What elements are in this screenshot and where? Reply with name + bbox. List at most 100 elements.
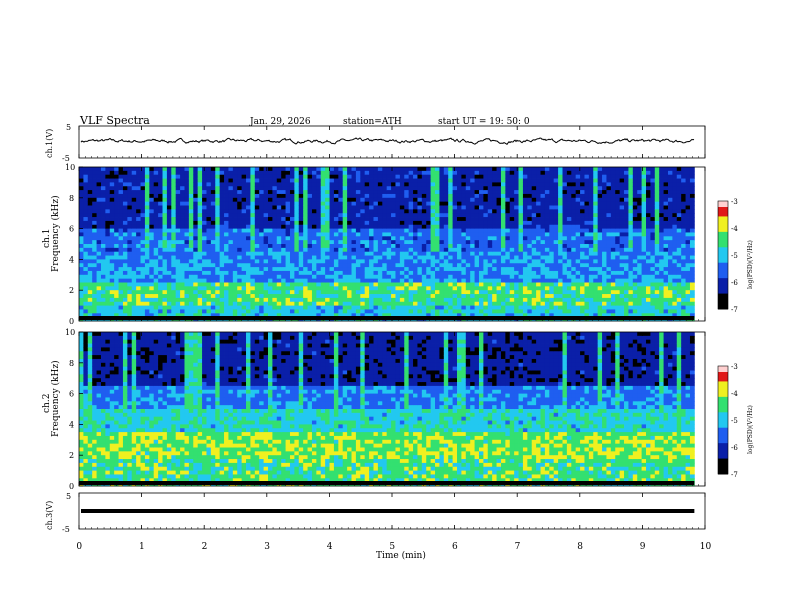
spectrogram-cell [307,244,313,249]
spectrogram-cell [382,270,388,276]
spectrogram-cell [127,290,133,295]
spectrogram-cell [219,294,225,299]
spectrogram-cell [153,220,159,226]
spectrogram-cell [391,240,396,245]
spectrogram-cell [588,174,594,179]
spectrogram-cell [351,247,357,253]
spectrogram-cell [593,274,599,280]
spectrogram-cell [536,182,541,187]
spectrogram-cell [443,255,449,260]
spectrogram-cell [606,267,612,272]
spectrogram-cell [544,232,550,237]
spectrogram-cell [311,236,317,241]
spectrogram-cell [584,247,590,253]
spectrogram-cell [241,178,247,183]
spectrogram-cell [105,193,111,199]
spectrogram-cell [522,178,528,183]
spectrogram-cell [619,278,625,283]
spectrogram-cell [355,170,361,176]
spectrogram-cell [597,301,603,306]
spectrogram-cell [408,290,414,295]
spectrogram-cell [355,186,361,191]
spectrogram-cell [311,309,317,314]
spectrogram-cell [351,244,357,249]
spectrogram-cell [549,305,555,310]
spectrogram-cell [575,170,581,176]
spectrogram-cell [413,247,418,253]
spectrogram-cell [281,301,286,306]
spectrogram-cell [606,259,612,264]
spectrogram-cell [303,170,308,176]
spectrogram-cell [131,274,137,280]
spectrogram-cell [105,259,111,264]
spectrogram-cell [584,174,590,179]
spectrogram-cell [114,290,119,295]
spectrogram-cell [193,259,199,264]
spectrogram-cell [571,305,577,310]
spectrogram-cell [307,267,313,272]
spectrogram-cell [588,205,594,210]
spectrogram-cell [232,213,238,218]
spectrogram-cell [246,282,251,287]
spectrogram-cell [272,170,278,176]
spectrogram-cell [285,197,291,203]
spectrogram-cell [386,251,392,256]
spectrogram-cell [298,278,304,283]
spectrogram-cell [417,228,423,233]
spectrogram-cell [369,301,374,306]
ch1-spectrogram-image [79,167,705,322]
spectrogram-cell [241,259,247,264]
spectrogram-cell [351,182,357,187]
spectrogram-cell [140,182,146,187]
spectrogram-cell [417,205,423,210]
spectrogram-cell [430,220,436,226]
spectrogram-cell [487,170,493,176]
spectrogram-cell [443,167,449,172]
spectrogram-cell [311,167,317,172]
spectrogram-cell [558,267,563,272]
spectrogram-cell [250,182,256,187]
spectrogram-cell [96,213,102,218]
spectrogram-cell [452,190,458,195]
spectrogram-cell [474,232,480,237]
spectrogram-cell [606,228,612,233]
spectrogram-cell [514,236,519,241]
spectrogram-cell [118,259,124,264]
spectrogram-cell [602,301,607,306]
spectrogram-cell [615,297,621,303]
spectrogram-cell [562,294,568,299]
spectrogram-cell [417,301,423,306]
spectrogram-cell [457,259,462,264]
spectrogram-cell [606,297,612,303]
spectrogram-cell [162,220,168,226]
spectrogram-cell [96,174,102,179]
spectrogram-cell [246,267,251,272]
spectrogram-cell [338,251,344,256]
spectrogram-cell [241,286,247,291]
spectrogram-cell [492,240,497,245]
spectrogram-cell [136,220,141,226]
spectrogram-cell [408,240,414,245]
spectrogram-cell [166,309,172,314]
spectrogram-cell [320,286,326,291]
spectrogram-cell [250,301,256,306]
spectrogram-cell [461,190,467,195]
spectrogram-cell [439,167,445,172]
spectrogram-cell [316,232,322,237]
spectrogram-cell [597,267,603,272]
spectrogram-cell [188,170,194,176]
spectrogram-cell [610,297,616,303]
spectrogram-cell [180,209,185,214]
spectrogram-cell [487,209,493,214]
spectrogram-cell [435,190,440,195]
spectrogram-cell [289,240,295,245]
spectrogram-cell [518,217,524,222]
spectrogram-cell [232,274,238,280]
spectrogram-cell [615,174,621,179]
spectrogram-cell [83,294,89,299]
spectrogram-cell [588,305,594,310]
spectrogram-cell [254,228,260,233]
spectrogram-cell [553,290,559,295]
spectrogram-cell [584,232,590,237]
spectrogram-cell [153,263,159,268]
